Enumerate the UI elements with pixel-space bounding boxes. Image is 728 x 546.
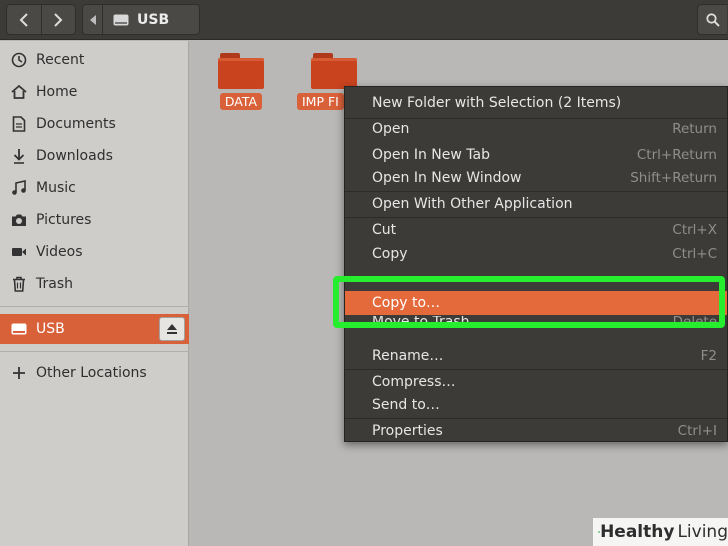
watermark-text-2: Living — [677, 522, 728, 542]
download-icon — [10, 147, 28, 165]
sidebar-separator — [0, 351, 189, 352]
video-icon — [10, 243, 28, 261]
trash-icon — [10, 275, 28, 293]
camera-icon — [10, 211, 28, 229]
history-nav — [6, 4, 76, 35]
menu-item-accel: Return — [672, 121, 717, 137]
music-icon — [10, 179, 28, 197]
forward-button[interactable] — [40, 5, 75, 34]
menu-item-label: New Folder with Selection (2 Items) — [372, 95, 622, 111]
menu-item-accel: F2 — [700, 348, 717, 364]
file-label: IMP FI — [297, 93, 344, 110]
menu-item-accel: Ctrl+C — [672, 246, 717, 262]
menu-item-label: Compress… — [372, 374, 456, 390]
sidebar-item-label: USB — [36, 321, 65, 337]
sidebar-item-label: Documents — [36, 116, 116, 132]
menu-item-label: Open In New Tab — [372, 147, 490, 163]
menu-item-label: Copy — [372, 246, 408, 262]
menu-item-open-with-other-application[interactable]: Open With Other Application — [345, 192, 727, 216]
drive-icon — [10, 320, 28, 338]
sidebar-item-label: Music — [36, 180, 76, 196]
home-icon — [10, 83, 28, 101]
sidebar-item-label: Trash — [36, 276, 73, 292]
caret-left-icon — [89, 14, 96, 25]
sidebar-item-videos[interactable]: Videos — [0, 237, 189, 267]
menu-item-open[interactable]: Open Return — [345, 117, 727, 141]
sidebar-item-label: Other Locations — [36, 365, 147, 381]
sidebar-item-music[interactable]: Music — [0, 173, 189, 203]
sidebar-item-downloads[interactable]: Downloads — [0, 141, 189, 171]
search-button[interactable] — [697, 4, 727, 35]
watermark-logo: Healthy Living — [593, 518, 728, 546]
menu-item-label: Open With Other Application — [372, 196, 573, 212]
menu-item-label: Properties — [372, 423, 443, 439]
sidebar-item-trash[interactable]: Trash — [0, 269, 189, 299]
clock-icon — [10, 51, 28, 69]
menu-item-open-in-new-window[interactable]: Open In New Window Shift+Return — [345, 166, 727, 190]
sidebar-item-documents[interactable]: Documents — [0, 109, 189, 139]
watermark-text-1: Healthy — [600, 522, 675, 542]
menu-item-rename[interactable]: Rename… F2 — [345, 344, 727, 368]
context-menu: New Folder with Selection (2 Items) Open… — [344, 86, 728, 442]
menu-item-compress[interactable]: Compress… — [345, 370, 727, 394]
sidebar-item-home[interactable]: Home — [0, 77, 189, 107]
folder-icon — [218, 53, 264, 89]
sidebar-item-label: Downloads — [36, 148, 113, 164]
sidebar-item-label: Pictures — [36, 212, 92, 228]
sidebar-item-label: Videos — [36, 244, 83, 260]
header-bar: USB — [0, 0, 728, 40]
sidebar-item-other-locations[interactable]: Other Locations — [0, 358, 189, 388]
eject-button[interactable] — [159, 317, 185, 341]
path-bar: USB — [82, 4, 200, 35]
sidebar-item-label: Recent — [36, 52, 85, 68]
plus-icon — [10, 364, 28, 382]
sidebar: Recent Home Documents Downloads Music Pi… — [0, 41, 189, 546]
file-label: DATA — [219, 93, 263, 110]
menu-item-accel: Ctrl+I — [677, 423, 717, 439]
sidebar-item-pictures[interactable]: Pictures — [0, 205, 189, 235]
menu-item-accel: Ctrl+X — [672, 222, 717, 238]
sidebar-item-recent[interactable]: Recent — [0, 45, 189, 75]
menu-item-new-folder-with-selection[interactable]: New Folder with Selection (2 Items) — [345, 91, 727, 115]
document-icon — [10, 115, 28, 133]
menu-item-label: Open In New Window — [372, 170, 522, 186]
search-icon — [705, 12, 720, 27]
highlight-callout-box — [333, 276, 725, 328]
menu-item-label: Open — [372, 121, 410, 137]
chevron-left-icon — [19, 12, 28, 27]
path-crumb-label: USB — [137, 11, 170, 28]
menu-item-label: Cut — [372, 222, 397, 238]
menu-item-cut[interactable]: Cut Ctrl+X — [345, 218, 727, 242]
chevron-right-icon — [54, 12, 63, 27]
sidebar-separator — [0, 306, 189, 307]
menu-item-open-in-new-tab[interactable]: Open In New Tab Ctrl+Return — [345, 143, 727, 167]
menu-item-accel: Ctrl+Return — [636, 147, 717, 163]
eject-icon — [167, 324, 177, 334]
menu-item-copy[interactable]: Copy Ctrl+C — [345, 242, 727, 266]
menu-item-label: Rename… — [372, 348, 444, 364]
folder-icon — [311, 53, 357, 89]
file-item-data[interactable]: DATA — [211, 53, 271, 110]
menu-item-label: Send to… — [372, 397, 440, 413]
menu-item-properties[interactable]: Properties Ctrl+I — [345, 419, 727, 443]
sidebar-item-label: Home — [36, 84, 78, 100]
sidebar-item-usb[interactable]: USB — [0, 314, 189, 344]
path-crumb-usb[interactable]: USB — [103, 12, 169, 28]
menu-item-send-to[interactable]: Send to… — [345, 393, 727, 417]
drive-icon — [113, 14, 129, 25]
menu-item-accel: Shift+Return — [630, 170, 717, 186]
path-scroll-left-button[interactable] — [83, 5, 103, 34]
back-button[interactable] — [7, 5, 41, 34]
